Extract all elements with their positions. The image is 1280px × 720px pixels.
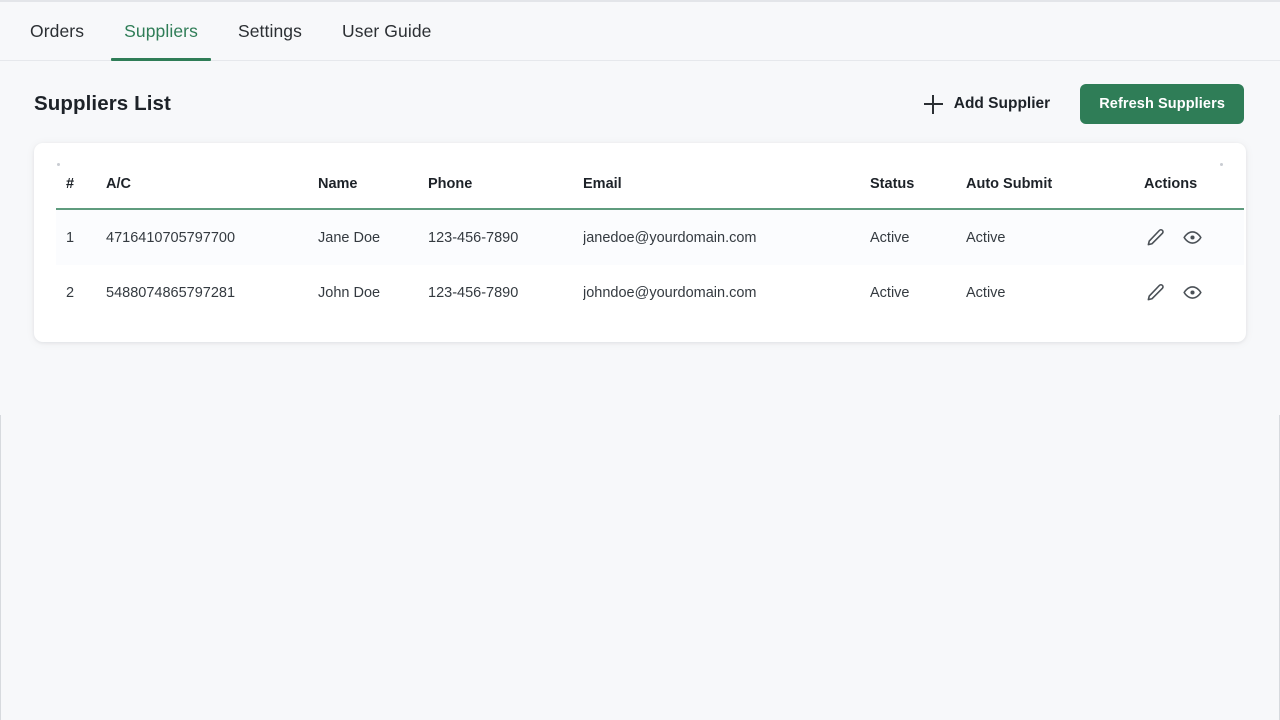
tab-user-guide-label: User Guide bbox=[342, 21, 432, 42]
tab-settings[interactable]: Settings bbox=[218, 2, 322, 60]
cell-status: Active bbox=[870, 209, 966, 265]
content-frame-left-edge bbox=[0, 415, 1, 720]
view-supplier-button[interactable] bbox=[1183, 228, 1202, 247]
column-header-phone[interactable]: Phone bbox=[428, 151, 583, 209]
view-supplier-button[interactable] bbox=[1183, 283, 1202, 302]
cell-ac: 5488074865797281 bbox=[106, 265, 318, 320]
column-header-email[interactable]: Email bbox=[583, 151, 870, 209]
add-supplier-button[interactable]: Add Supplier bbox=[924, 95, 1050, 114]
main-navigation: Orders Suppliers Settings User Guide bbox=[0, 2, 1280, 61]
suppliers-card: # A/C Name Phone Email Status Auto Submi… bbox=[34, 143, 1246, 342]
cell-auto-submit: Active bbox=[966, 265, 1144, 320]
cell-name: John Doe bbox=[318, 265, 428, 320]
cell-actions bbox=[1144, 209, 1244, 265]
cell-name: Jane Doe bbox=[318, 209, 428, 265]
tab-suppliers[interactable]: Suppliers bbox=[104, 2, 218, 60]
table-body: 1 4716410705797700 Jane Doe 123-456-7890… bbox=[56, 209, 1244, 320]
column-header-auto-submit[interactable]: Auto Submit bbox=[966, 151, 1144, 209]
column-header-index[interactable]: # bbox=[56, 151, 106, 209]
card-corner-marker-right bbox=[1220, 163, 1223, 166]
edit-icon bbox=[1146, 228, 1165, 247]
tab-orders[interactable]: Orders bbox=[10, 2, 104, 60]
plus-icon bbox=[924, 95, 943, 114]
refresh-suppliers-button[interactable]: Refresh Suppliers bbox=[1080, 84, 1244, 124]
add-supplier-label: Add Supplier bbox=[954, 95, 1050, 113]
card-corner-marker-left bbox=[57, 163, 60, 166]
column-header-status[interactable]: Status bbox=[870, 151, 966, 209]
column-header-ac[interactable]: A/C bbox=[106, 151, 318, 209]
edit-supplier-button[interactable] bbox=[1146, 283, 1165, 302]
suppliers-table: # A/C Name Phone Email Status Auto Submi… bbox=[56, 151, 1244, 320]
cell-index: 1 bbox=[56, 209, 106, 265]
cell-actions bbox=[1144, 265, 1244, 320]
header-actions: Add Supplier Refresh Suppliers bbox=[924, 84, 1244, 124]
table-header: # A/C Name Phone Email Status Auto Submi… bbox=[56, 151, 1244, 209]
cell-status: Active bbox=[870, 265, 966, 320]
cell-phone: 123-456-7890 bbox=[428, 209, 583, 265]
column-header-actions: Actions bbox=[1144, 151, 1244, 209]
column-header-name[interactable]: Name bbox=[318, 151, 428, 209]
page-title: Suppliers List bbox=[34, 92, 171, 116]
table-row[interactable]: 1 4716410705797700 Jane Doe 123-456-7890… bbox=[56, 209, 1244, 265]
tab-suppliers-label: Suppliers bbox=[124, 21, 198, 42]
page-header: Suppliers List Add Supplier Refresh Supp… bbox=[0, 61, 1280, 124]
tab-user-guide[interactable]: User Guide bbox=[322, 2, 452, 60]
cell-index: 2 bbox=[56, 265, 106, 320]
table-header-row: # A/C Name Phone Email Status Auto Submi… bbox=[56, 151, 1244, 209]
view-icon bbox=[1183, 283, 1202, 302]
cell-ac: 4716410705797700 bbox=[106, 209, 318, 265]
cell-auto-submit: Active bbox=[966, 209, 1144, 265]
table-row[interactable]: 2 5488074865797281 John Doe 123-456-7890… bbox=[56, 265, 1244, 320]
tab-orders-label: Orders bbox=[30, 21, 84, 42]
cell-email: janedoe@yourdomain.com bbox=[583, 209, 870, 265]
cell-phone: 123-456-7890 bbox=[428, 265, 583, 320]
edit-icon bbox=[1146, 283, 1165, 302]
tab-settings-label: Settings bbox=[238, 21, 302, 42]
cell-email: johndoe@yourdomain.com bbox=[583, 265, 870, 320]
edit-supplier-button[interactable] bbox=[1146, 228, 1165, 247]
view-icon bbox=[1183, 228, 1202, 247]
